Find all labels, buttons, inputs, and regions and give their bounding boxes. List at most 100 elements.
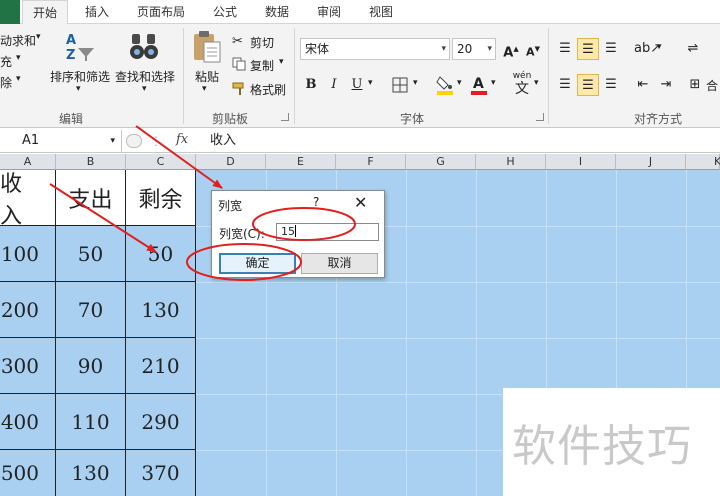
fill-dropdown-icon[interactable]: ▾ [16,53,21,63]
align-right-icon[interactable]: ☰ [600,74,622,96]
table-cell[interactable]: 200 [0,282,56,338]
paste-dropdown-icon[interactable]: ▾ [202,84,207,94]
find-select-dropdown-icon[interactable]: ▾ [142,84,147,94]
table-cell[interactable]: 130 [56,450,126,496]
ok-button[interactable]: 确定 [219,253,296,274]
help-icon[interactable]: ? [313,195,319,209]
table-cell[interactable]: 300 [0,338,56,394]
font-launcher-icon[interactable] [536,113,544,121]
formula-bar-handle[interactable] [126,134,142,148]
table-cell[interactable]: 130 [126,282,196,338]
file-tab[interactable] [0,0,20,24]
edit-group-label: 编辑 [58,112,83,126]
wrap-text-icon[interactable]: ⇌ [682,38,704,60]
cut-button[interactable]: 剪切 [250,34,274,51]
fill-color-dropdown-icon[interactable]: ▾ [457,78,462,88]
underline-button[interactable]: U [346,74,368,96]
fill-button[interactable]: 充 [0,53,12,70]
column-header-d[interactable]: D [196,154,266,170]
table-cell[interactable]: 90 [56,338,126,394]
autosum-dropdown-icon[interactable]: ▾ [36,32,41,42]
borders-icon[interactable] [392,77,408,93]
tab-formulas[interactable]: 公式 [204,0,246,24]
paste-icon[interactable] [192,30,222,64]
table-header-cell[interactable]: 收入 [0,170,56,229]
shrink-font-button[interactable]: A▼ [522,38,544,60]
fill-color-icon[interactable] [436,75,454,95]
column-width-input[interactable]: 15 [276,223,379,241]
close-icon[interactable]: ✕ [354,193,367,212]
column-header-i[interactable]: I [546,154,616,170]
merge-center-button[interactable]: 合 [706,77,718,94]
decrease-indent-icon[interactable]: ⇤ [632,74,654,96]
orientation-dropdown-icon[interactable]: ▾ [657,42,662,52]
tab-review[interactable]: 审阅 [308,0,350,24]
paste-button[interactable]: 粘贴 [195,68,219,85]
table-cell[interactable]: 100 [0,226,56,282]
table-cell[interactable]: 50 [126,226,196,282]
copy-dropdown-icon[interactable]: ▾ [279,57,284,67]
sort-filter-icon[interactable]: A Z [64,30,96,62]
bold-button[interactable]: B [300,74,322,96]
align-bottom-icon[interactable]: ☰ [600,38,622,60]
table-cell[interactable]: 400 [0,394,56,450]
clear-button[interactable]: 除 [0,74,12,91]
column-header-b[interactable]: B [56,154,126,170]
font-color-dropdown-icon[interactable]: ▾ [491,78,496,88]
sort-filter-dropdown-icon[interactable]: ▾ [76,84,81,94]
copy-button[interactable]: 复制 [250,57,274,74]
table-cell[interactable]: 370 [126,450,196,496]
tab-data[interactable]: 数据 [256,0,298,24]
tab-page-layout[interactable]: 页面布局 [128,0,194,24]
insert-function-icon[interactable]: fx [176,132,188,147]
orientation-icon[interactable]: ab↗ [634,38,661,60]
tab-insert[interactable]: 插入 [76,0,118,24]
column-header-g[interactable]: G [406,154,476,170]
font-size-select[interactable]: 20 ▾ [452,38,496,60]
name-box[interactable]: A1 ▾ [0,130,122,152]
column-header-h[interactable]: H [476,154,546,170]
borders-dropdown-icon[interactable]: ▾ [413,78,418,88]
table-header-cell[interactable]: 支出 [56,170,126,226]
table-cell[interactable]: 110 [56,394,126,450]
table-header-cell[interactable]: 剩余 [126,170,196,226]
column-header-e[interactable]: E [266,154,336,170]
clipboard-launcher-icon[interactable] [281,113,289,121]
column-header-c[interactable]: C [126,154,196,170]
format-painter-icon[interactable] [232,82,247,96]
clear-dropdown-icon[interactable]: ▾ [16,74,21,84]
align-center-icon[interactable]: ☰ [577,74,599,96]
align-left-icon[interactable]: ☰ [554,74,576,96]
tab-home[interactable]: 开始 [22,0,68,25]
watermark: 软件技巧 [503,388,720,496]
autosum-button[interactable]: 动求和 [0,32,36,49]
font-name-select[interactable]: 宋体 ▾ [300,38,450,60]
increase-indent-icon[interactable]: ⇥ [655,74,677,96]
font-color-icon[interactable]: A [470,74,488,95]
phonetic-dropdown-icon[interactable]: ▾ [534,78,539,88]
format-painter-button[interactable]: 格式刷 [250,81,286,98]
copy-icon[interactable] [232,57,247,71]
align-middle-icon[interactable]: ☰ [577,38,599,60]
sort-filter-button[interactable]: 排序和筛选 [50,68,110,85]
underline-dropdown-icon[interactable]: ▾ [368,78,373,88]
column-header-k[interactable]: K [686,154,720,170]
binoculars-icon[interactable] [128,30,160,62]
phonetic-guide-button[interactable]: wén 文 [509,70,535,100]
table-cell[interactable]: 70 [56,282,126,338]
formula-input[interactable]: 收入 [210,129,236,153]
table-cell[interactable]: 290 [126,394,196,450]
table-cell[interactable]: 500 [0,450,56,496]
column-header-f[interactable]: F [336,154,406,170]
tab-view[interactable]: 视图 [360,0,402,24]
align-top-icon[interactable]: ☰ [554,38,576,60]
scissors-icon[interactable]: ✂ [232,34,243,49]
italic-button[interactable]: I [323,74,345,96]
column-header-j[interactable]: J [616,154,686,170]
table-cell[interactable]: 50 [56,226,126,282]
merge-center-icon[interactable]: ⊞ [684,74,706,96]
grow-font-button[interactable]: A▲ [500,38,522,60]
find-select-button[interactable]: 查找和选择 [115,68,175,85]
cancel-button[interactable]: 取消 [301,253,378,274]
table-cell[interactable]: 210 [126,338,196,394]
